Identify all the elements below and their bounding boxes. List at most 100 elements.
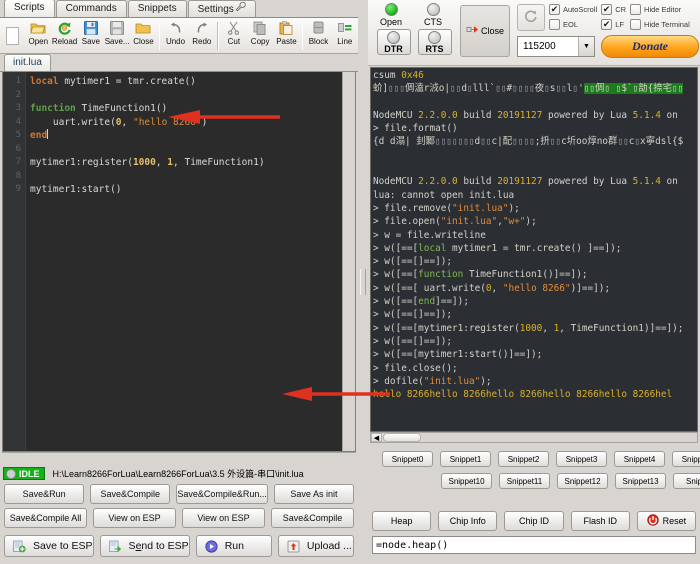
chip-id-button[interactable]: Chip ID	[504, 511, 564, 531]
snippet-button-row1-4[interactable]: Snippet4	[614, 451, 665, 467]
save-and-run-button[interactable]: Save&Run	[4, 484, 85, 504]
serial-terminal-output[interactable]: csum 0x46 蚧]▯▯▯倜溘r㳚o|▯▯d▯lll`▯▯#▯▯▯▯夜▯s▯▯…	[370, 67, 698, 432]
snippet-button-row1-5[interactable]: Snippet5	[672, 451, 700, 467]
line-number: 2	[15, 89, 21, 100]
terminal-line: > w([==[]==]);	[373, 256, 453, 268]
save-compile-button-2[interactable]: Save&Compile	[271, 508, 354, 528]
toolbar-reload[interactable]: Reload	[51, 19, 77, 53]
led-cts: CTS	[416, 3, 450, 27]
toolbar-paste[interactable]: Paste	[273, 19, 299, 53]
snippet-label: Snippet3	[565, 454, 598, 464]
toolbar-save-as[interactable]: Save...	[104, 19, 130, 53]
toolbar-close[interactable]: Close	[130, 19, 156, 53]
flash-id-label: Flash ID	[583, 516, 617, 526]
snippet-button-row1-0[interactable]: Snippet0	[382, 451, 433, 467]
save-compile-all-button[interactable]: Save&Compile All	[4, 508, 87, 528]
snippet-button-row2-4[interactable]: Snippe	[673, 473, 700, 489]
snippet-button-row2-3[interactable]: Snippet13	[615, 473, 666, 489]
reset-button[interactable]: Reset	[636, 511, 697, 531]
save-and-run-label: Save&Run	[22, 489, 66, 499]
dtr-label: DTR	[384, 43, 403, 54]
save-and-compile-button[interactable]: Save&Compile	[90, 484, 171, 504]
snippet-button-row2-1[interactable]: Snippet11	[499, 473, 550, 489]
tab-settings[interactable]: Settings	[187, 0, 256, 17]
chip-info-button[interactable]: Chip Info	[438, 511, 498, 531]
script-action-row-1: Save&Run Save&Compile Save&Compile&Run..…	[4, 484, 355, 504]
toolbar-paste-label: Paste	[276, 36, 297, 46]
snippet-button-row2-0[interactable]: Snippet10	[441, 473, 492, 489]
reload-icon	[56, 20, 73, 36]
toolbar-redo[interactable]: Redo	[189, 19, 215, 53]
quick-command-buttons: Heap Chip Info Chip ID Flash ID Reset	[372, 511, 697, 531]
scroll-left-icon[interactable]: ◀	[371, 433, 382, 442]
new-file-icon[interactable]	[6, 26, 20, 45]
snippet-button-row2-2[interactable]: Snippet12	[557, 473, 608, 489]
save-as-init-button[interactable]: Save As init	[273, 484, 355, 504]
checkbox-hide-editor[interactable]: Hide Editor	[630, 4, 690, 15]
toolbar-block[interactable]: Block	[305, 19, 331, 53]
dtr-led-icon	[387, 30, 400, 44]
close-port-button[interactable]: Close	[460, 5, 510, 57]
toolbar-open[interactable]: Open	[25, 19, 51, 53]
checkbox-col-2: ✔ CR ✔ LF	[601, 1, 626, 30]
file-tab-init-lua[interactable]: init.lua	[4, 54, 51, 71]
toolbar-separator-3	[301, 21, 304, 50]
status-file-path: H:\Learn8266ForLua\Learn8266ForLua\3.5 外…	[52, 469, 304, 479]
code-editor[interactable]: 1 2 3 4 5 6 7 8 9 local mytimer1 = tmr.create() …	[2, 72, 356, 452]
checkbox-lf[interactable]: ✔ LF	[601, 19, 626, 30]
code-text-area[interactable]: local mytimer1 = tmr.create() function T…	[25, 72, 355, 451]
terminal-line: hello 8266hello 8266hello 8266hello 8266…	[373, 389, 673, 401]
view-on-esp-button-1[interactable]: View on ESP	[93, 508, 176, 528]
quick-command-panel: Heap Chip Info Chip ID Flash ID Reset =n…	[368, 511, 700, 557]
toolbar-reload-label: Reload	[51, 36, 78, 46]
save-to-esp-button[interactable]: Save to ESP	[4, 535, 94, 557]
tab-scripts[interactable]: Scripts	[4, 0, 55, 17]
snippet-label: Snippet10	[448, 476, 485, 486]
line-number-gutter: 1 2 3 4 5 6 7 8 9	[3, 72, 25, 451]
checkbox-eol[interactable]: EOL	[549, 19, 597, 30]
pane-splitter[interactable]	[358, 0, 368, 564]
checkbox-hide-terminal[interactable]: Hide Terminal	[630, 19, 690, 30]
dtr-button[interactable]: DTR	[376, 29, 411, 55]
chevron-down-icon[interactable]: ▼	[578, 37, 594, 56]
tab-snippets[interactable]: Snippets	[127, 0, 187, 17]
right-pane: Open CTS DTR RTS Close ✔ AutoScroll EOL …	[368, 0, 700, 564]
snippet-button-row1-3[interactable]: Snippet3	[556, 451, 607, 467]
toolbar-copy[interactable]: Copy	[247, 19, 273, 53]
snippet-button-row1-1[interactable]: Snippet1	[440, 451, 491, 467]
refresh-ports-button[interactable]	[517, 4, 545, 31]
editor-vertical-scrollbar[interactable]	[342, 72, 355, 451]
rts-button[interactable]: RTS	[417, 29, 452, 55]
led-open: Open	[374, 3, 408, 27]
terminal-horizontal-scrollbar[interactable]: ◀	[370, 432, 698, 443]
toolbar-line[interactable]: Line	[332, 19, 358, 53]
toolbar-undo[interactable]: Undo	[162, 19, 188, 53]
view-on-esp-button-2[interactable]: View on ESP	[182, 508, 265, 528]
snippet-label: Snippet11	[506, 476, 543, 486]
flash-id-button[interactable]: Flash ID	[570, 511, 630, 531]
upload-button[interactable]: Upload ...	[277, 535, 354, 557]
terminal-scroll-thumb[interactable]	[383, 433, 421, 442]
terminal-line: > file.close();	[373, 362, 458, 374]
snippet-panel: Snippet0 Snippet1 Snippet2 Snippet3 Snippet4…	[368, 443, 700, 511]
toolbar-cut[interactable]: Cut	[221, 19, 247, 53]
checkbox-cr[interactable]: ✔ CR	[601, 4, 626, 15]
snippet-label: Snippet13	[622, 476, 659, 486]
baudrate-select[interactable]: 115200 ▼	[517, 36, 595, 57]
send-to-esp-button[interactable]: Send to ESP	[99, 535, 190, 557]
checkbox-autoscroll[interactable]: ✔ AutoScroll	[549, 4, 597, 15]
donate-button[interactable]: Donate	[601, 35, 699, 58]
run-button[interactable]: Run	[195, 535, 272, 557]
line-number: 1	[15, 76, 21, 86]
checkbox-col-1: ✔ AutoScroll EOL	[549, 1, 597, 30]
save-compile-run-button[interactable]: Save&Compile&Run...	[176, 484, 268, 504]
toolbar-save[interactable]: Save	[78, 19, 104, 53]
tab-commands[interactable]: Commands	[55, 0, 127, 17]
command-input[interactable]: =node.heap()	[372, 536, 696, 554]
wrench-icon	[235, 1, 246, 17]
snippet-button-row1-2[interactable]: Snippet2	[498, 451, 549, 467]
heap-button[interactable]: Heap	[372, 511, 432, 531]
script-action-row-2: Save&Compile All View on ESP View on ESP…	[4, 508, 354, 528]
editor-horizontal-scrollbar[interactable]	[2, 452, 356, 465]
toolbar-open-label: Open	[28, 36, 49, 46]
